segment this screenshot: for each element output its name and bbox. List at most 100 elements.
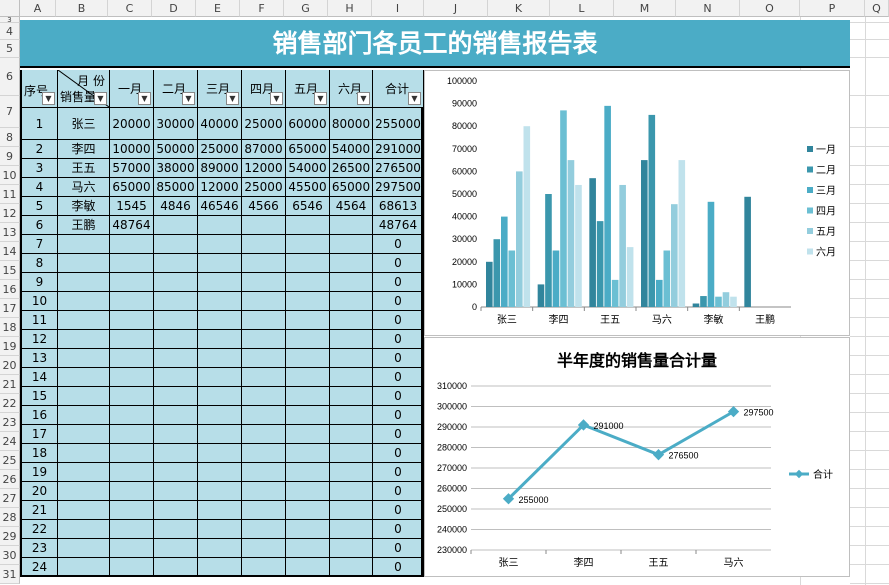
bar-二月[interactable] bbox=[545, 194, 552, 307]
column-header-M[interactable]: M bbox=[614, 0, 676, 17]
bar-三月[interactable] bbox=[604, 105, 611, 307]
table-cell[interactable]: 65000 bbox=[286, 140, 330, 159]
table-cell[interactable] bbox=[242, 444, 286, 463]
bar-四月[interactable] bbox=[508, 250, 516, 308]
table-cell[interactable] bbox=[242, 520, 286, 539]
table-cell[interactable] bbox=[110, 463, 154, 482]
row-header-18[interactable]: 18 bbox=[0, 318, 20, 337]
table-cell[interactable]: 0 bbox=[373, 444, 424, 463]
select-all-corner[interactable] bbox=[0, 0, 20, 17]
bar-一月[interactable] bbox=[692, 303, 700, 307]
table-cell[interactable]: 0 bbox=[373, 539, 424, 558]
table-cell[interactable] bbox=[110, 330, 154, 349]
table-cell[interactable]: 李四 bbox=[58, 140, 110, 159]
table-cell[interactable] bbox=[58, 387, 110, 406]
table-cell[interactable]: 50000 bbox=[154, 140, 198, 159]
column-header-P[interactable]: P bbox=[800, 0, 865, 17]
bar-二月[interactable] bbox=[700, 296, 707, 307]
table-cell[interactable] bbox=[58, 501, 110, 520]
table-cell[interactable] bbox=[154, 501, 198, 520]
row-header-8[interactable]: 8 bbox=[0, 128, 20, 147]
table-cell[interactable]: 0 bbox=[373, 406, 424, 425]
row-header-23[interactable]: 23 bbox=[0, 413, 20, 432]
table-cell[interactable]: 30000 bbox=[154, 108, 198, 140]
table-cell[interactable] bbox=[242, 482, 286, 501]
table-cell[interactable] bbox=[198, 444, 242, 463]
table-cell[interactable] bbox=[110, 349, 154, 368]
row-header-17[interactable]: 17 bbox=[0, 299, 20, 318]
table-cell[interactable] bbox=[286, 558, 330, 577]
table-cell[interactable]: 0 bbox=[373, 558, 424, 577]
bar-五月[interactable] bbox=[567, 160, 575, 307]
table-cell[interactable]: 80000 bbox=[330, 108, 373, 140]
table-cell[interactable]: 1545 bbox=[110, 197, 154, 216]
bar-三月[interactable] bbox=[501, 216, 508, 307]
table-cell[interactable] bbox=[330, 539, 373, 558]
table-cell[interactable] bbox=[286, 330, 330, 349]
header-month-filter-button[interactable]: ▼ bbox=[357, 92, 370, 105]
table-cell[interactable] bbox=[198, 406, 242, 425]
table-cell[interactable] bbox=[242, 368, 286, 387]
table-cell[interactable] bbox=[154, 558, 198, 577]
table-cell[interactable]: 王鹏 bbox=[58, 216, 110, 235]
bar-四月[interactable] bbox=[715, 296, 722, 307]
table-cell[interactable]: 17 bbox=[22, 425, 58, 444]
row-header-27[interactable]: 27 bbox=[0, 489, 20, 508]
table-cell[interactable] bbox=[330, 482, 373, 501]
table-cell[interactable]: 19 bbox=[22, 463, 58, 482]
table-cell[interactable]: 0 bbox=[373, 311, 424, 330]
table-cell[interactable]: 25000 bbox=[242, 108, 286, 140]
table-cell[interactable]: 4 bbox=[22, 178, 58, 197]
table-cell[interactable] bbox=[286, 349, 330, 368]
table-cell[interactable]: 65000 bbox=[110, 178, 154, 197]
bar-六月[interactable] bbox=[678, 160, 686, 307]
column-header-E[interactable]: E bbox=[196, 0, 240, 17]
table-cell[interactable] bbox=[286, 520, 330, 539]
bar-二月[interactable] bbox=[648, 114, 656, 308]
bar-六月[interactable] bbox=[575, 184, 582, 307]
table-cell[interactable]: 24 bbox=[22, 558, 58, 577]
table-cell[interactable] bbox=[286, 425, 330, 444]
table-cell[interactable] bbox=[330, 425, 373, 444]
table-cell[interactable] bbox=[242, 235, 286, 254]
column-header-D[interactable]: D bbox=[152, 0, 196, 17]
header-seq-filter-button[interactable]: ▼ bbox=[42, 92, 55, 105]
table-cell[interactable] bbox=[110, 482, 154, 501]
bar-六月[interactable] bbox=[523, 126, 531, 307]
table-cell[interactable] bbox=[154, 406, 198, 425]
table-cell[interactable]: 0 bbox=[373, 425, 424, 444]
row-header-21[interactable]: 21 bbox=[0, 375, 20, 394]
table-cell[interactable] bbox=[58, 349, 110, 368]
table-cell[interactable] bbox=[58, 406, 110, 425]
table-cell[interactable]: 54000 bbox=[330, 140, 373, 159]
row-header-12[interactable]: 12 bbox=[0, 204, 20, 223]
bar-四月[interactable] bbox=[611, 279, 619, 307]
table-cell[interactable] bbox=[58, 425, 110, 444]
table-cell[interactable]: 25000 bbox=[242, 178, 286, 197]
table-cell[interactable] bbox=[110, 406, 154, 425]
bar-二月[interactable] bbox=[493, 239, 501, 307]
bar-一月[interactable] bbox=[744, 196, 751, 307]
table-cell[interactable] bbox=[58, 330, 110, 349]
table-cell[interactable] bbox=[286, 292, 330, 311]
table-cell[interactable] bbox=[154, 368, 198, 387]
table-cell[interactable] bbox=[198, 216, 242, 235]
row-header-31[interactable]: 31 bbox=[0, 565, 20, 584]
table-cell[interactable] bbox=[286, 444, 330, 463]
table-cell[interactable] bbox=[110, 520, 154, 539]
column-header-A[interactable]: A bbox=[20, 0, 56, 17]
table-cell[interactable] bbox=[198, 235, 242, 254]
table-cell[interactable] bbox=[330, 330, 373, 349]
table-cell[interactable]: 0 bbox=[373, 501, 424, 520]
header-month-filter-button[interactable]: ▼ bbox=[270, 92, 283, 105]
table-cell[interactable]: 255000 bbox=[373, 108, 424, 140]
table-cell[interactable]: 46546 bbox=[198, 197, 242, 216]
table-cell[interactable]: 15 bbox=[22, 387, 58, 406]
table-cell[interactable] bbox=[330, 520, 373, 539]
table-cell[interactable] bbox=[242, 406, 286, 425]
table-cell[interactable]: 20000 bbox=[110, 108, 154, 140]
table-cell[interactable] bbox=[110, 444, 154, 463]
table-cell[interactable]: 276500 bbox=[373, 159, 424, 178]
table-cell[interactable] bbox=[154, 235, 198, 254]
table-cell[interactable] bbox=[110, 368, 154, 387]
